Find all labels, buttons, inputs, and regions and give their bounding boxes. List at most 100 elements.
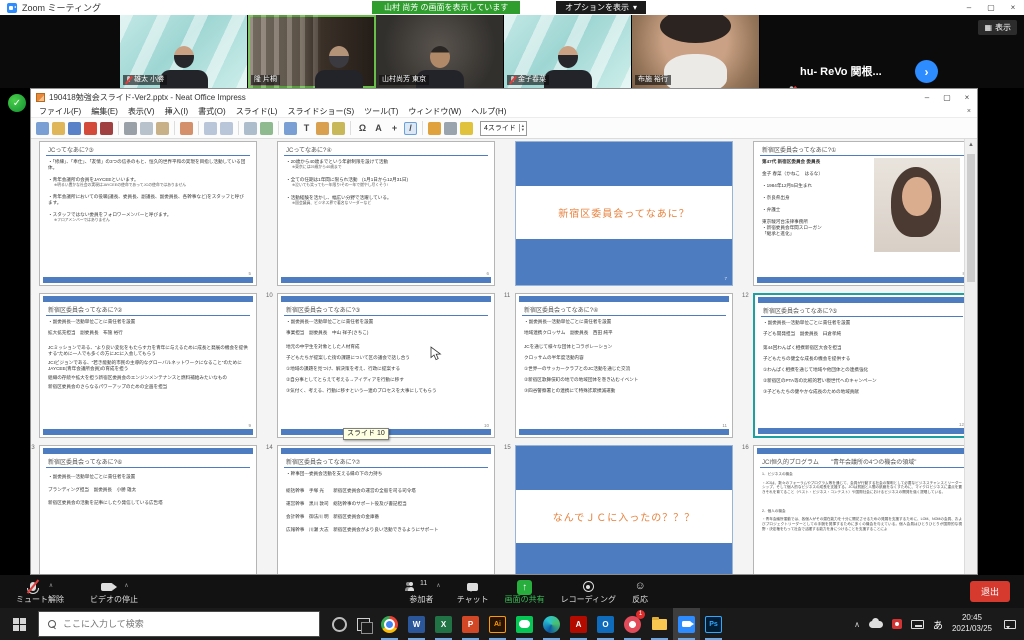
zoom-mic-off-button[interactable]: ∧ミュート解除 (16, 580, 64, 604)
task-view-icon[interactable] (357, 618, 370, 631)
slide-thumbnail[interactable]: 新宿区委員会ってなあに?⑤・副委員長---活動単位ごとに責任者を設置子ども開発担… (753, 293, 971, 438)
slide-thumbnail[interactable]: 新宿区委員会ってなあに?④・副委員長---活動単位ごとに責任者を設置地域連携クロ… (515, 293, 733, 438)
hidden-icons-chevron[interactable]: ∧ (854, 620, 860, 629)
search-input[interactable] (63, 619, 283, 629)
ime-indicator[interactable]: あ (933, 617, 943, 632)
slide-thumbnail[interactable]: 新宿区委員会ってなあに?②・副委員長---活動単位ごとに責任者を設置拡大拡充担当… (39, 293, 257, 438)
spelling-icon[interactable] (260, 122, 273, 135)
slide-layout-icon[interactable] (444, 122, 457, 135)
insert-image-icon[interactable] (316, 122, 329, 135)
line-draw-icon[interactable]: / (404, 122, 417, 135)
slide-thumbnail[interactable]: 新宿区委員会ってなあに?③・副委員長---活動単位ごとに責任者を設置事業担当 副… (277, 293, 495, 438)
slides-per-row-spinner[interactable]: 4スライド▲▼ (480, 121, 527, 136)
zoom-react-button[interactable]: ☺反応 (632, 580, 648, 604)
menu-item[interactable]: ヘルプ(H) (466, 106, 511, 117)
save-icon[interactable] (68, 122, 81, 135)
line-app-icon[interactable] (511, 608, 538, 640)
cortana-icon[interactable] (332, 617, 347, 632)
vertical-scrollbar[interactable]: ▲ (964, 139, 977, 574)
cut-icon[interactable] (124, 122, 137, 135)
touch-keyboard-icon[interactable] (911, 620, 924, 629)
maximize-icon[interactable]: ▢ (980, 0, 1002, 15)
explorer-app-icon[interactable] (646, 608, 673, 640)
taskbar-search[interactable] (38, 611, 320, 637)
zoom-share-button[interactable]: ↑画面の共有 (505, 580, 545, 604)
table-icon[interactable] (284, 122, 297, 135)
header-footer-icon[interactable] (460, 122, 473, 135)
start-button[interactable] (0, 608, 38, 640)
zoom-people-button[interactable]: 11∧参加者 (402, 580, 441, 604)
plus-icon[interactable]: + (388, 122, 401, 135)
outlook-app-icon[interactable]: O (592, 608, 619, 640)
options-caret-icon[interactable]: ∧ (49, 582, 53, 589)
slide-thumbnail[interactable]: 新宿区委員会ってなあに?⑦・幹事団---委員会活動を支える縁の下の力持ち総括幹事… (277, 445, 495, 574)
slide-thumbnail[interactable]: 新宿区委員会ってなあに?⑥・副委員長---活動単位ごとに責任者を設置ブランディン… (39, 445, 257, 574)
print-icon[interactable] (100, 122, 113, 135)
menu-item[interactable]: ファイル(F) (34, 106, 86, 117)
scrollbar-thumb[interactable] (967, 154, 975, 282)
find-replace-icon[interactable] (244, 122, 257, 135)
clone-formatting-icon[interactable] (180, 122, 193, 135)
copy-icon[interactable] (140, 122, 153, 135)
chrome-app-icon[interactable] (376, 608, 403, 640)
special-character-icon[interactable]: Ω (356, 122, 369, 135)
powerpoint-app-icon[interactable]: P (457, 608, 484, 640)
new-document-icon[interactable] (36, 122, 49, 135)
show-options-button[interactable]: オプションを表示 ▾ (556, 1, 646, 14)
close-icon[interactable]: × (957, 93, 977, 102)
open-icon[interactable] (52, 122, 65, 135)
zoom-chat-button[interactable]: チャット (457, 580, 489, 604)
participant-video[interactable]: 布施 裕行 (632, 15, 760, 88)
green-status-icon[interactable]: ✓ (8, 94, 26, 112)
slide-thumbnail[interactable]: なんでＪＣに入ったの？？？15 (515, 445, 733, 574)
antivirus-tray-icon[interactable] (892, 619, 902, 629)
menu-item[interactable]: 挿入(I) (160, 106, 194, 117)
excel-app-icon[interactable]: X (430, 608, 457, 640)
pink-app-icon[interactable]: 1 (619, 608, 646, 640)
spin-down-icon[interactable]: ▼ (521, 128, 525, 132)
slide-thumbnail[interactable]: JCI恒久的プログラム "青年会議所の4つの機会の領域"1．ビジネスの機会・JC… (753, 445, 971, 574)
taskbar-clock[interactable]: 20:45 2021/03/25 (952, 613, 992, 635)
illustrator-app-icon[interactable]: Ai (484, 608, 511, 640)
edge-app-icon[interactable] (538, 608, 565, 640)
close-document-icon[interactable]: × (967, 108, 977, 115)
fontwork-icon[interactable]: A (372, 122, 385, 135)
slide-thumbnail[interactable]: 新宿区委員会ってなあに？7 (515, 141, 733, 286)
action-center-icon[interactable] (1004, 620, 1016, 629)
participant-video[interactable]: 雄太 小勝 (120, 15, 248, 88)
photoshop-app-icon[interactable]: Ps (700, 608, 727, 640)
zoom-record-button[interactable]: レコーディング (561, 580, 616, 604)
options-caret-icon[interactable]: ∧ (436, 582, 440, 589)
menu-item[interactable]: 編集(E) (86, 106, 123, 117)
gallery-view-button[interactable]: ▦ 表示 (978, 20, 1017, 35)
participant-video[interactable]: 山村尚芳 東京 (376, 15, 504, 88)
text-box-icon[interactable]: T (300, 122, 313, 135)
options-caret-icon[interactable]: ∧ (124, 582, 128, 589)
menu-item[interactable]: 表示(V) (123, 106, 160, 117)
zoom-app-icon[interactable] (673, 608, 700, 640)
undo-icon[interactable] (204, 122, 217, 135)
acrobat-app-icon[interactable]: A (565, 608, 592, 640)
minimize-icon[interactable]: – (917, 93, 937, 102)
paste-icon[interactable] (156, 122, 169, 135)
menu-item[interactable]: ツール(T) (359, 106, 403, 117)
minimize-icon[interactable]: – (958, 0, 980, 15)
spinner-arrows[interactable]: ▲▼ (519, 124, 526, 132)
participant-video[interactable]: 金子春菜 (504, 15, 632, 88)
redo-icon[interactable] (220, 122, 233, 135)
insert-chart-icon[interactable] (332, 122, 345, 135)
export-pdf-icon[interactable] (84, 122, 97, 135)
zoom-video-button[interactable]: ∧ビデオの停止 (90, 580, 138, 604)
menu-item[interactable]: 書式(O) (193, 106, 231, 117)
restore-icon[interactable]: ▢ (937, 93, 957, 102)
menu-item[interactable]: スライド(L) (231, 106, 283, 117)
word-app-icon[interactable]: W (403, 608, 430, 640)
slide-thumbnail[interactable]: 新宿区委員会ってなあに?①第47代 新宿区委員会 委員長金子 春菜（かねこ はる… (753, 141, 971, 286)
slide-thumbnail[interactable]: JCってなあに?③・「修練」、「奉仕」、「友情」の3つの信条のもと、恒久的世界平… (39, 141, 257, 286)
menu-item[interactable]: ウィンドウ(W) (403, 106, 466, 117)
menu-item[interactable]: スライドショー(S) (282, 106, 359, 117)
slide-thumbnail[interactable]: JCってなあに?④・20歳から40歳までという年齢制限を設けて活動※東京には25… (277, 141, 495, 286)
scroll-up-icon[interactable]: ▲ (965, 139, 977, 151)
close-icon[interactable]: × (1002, 0, 1024, 15)
participant-video[interactable]: 隆 片桐 (248, 15, 376, 88)
